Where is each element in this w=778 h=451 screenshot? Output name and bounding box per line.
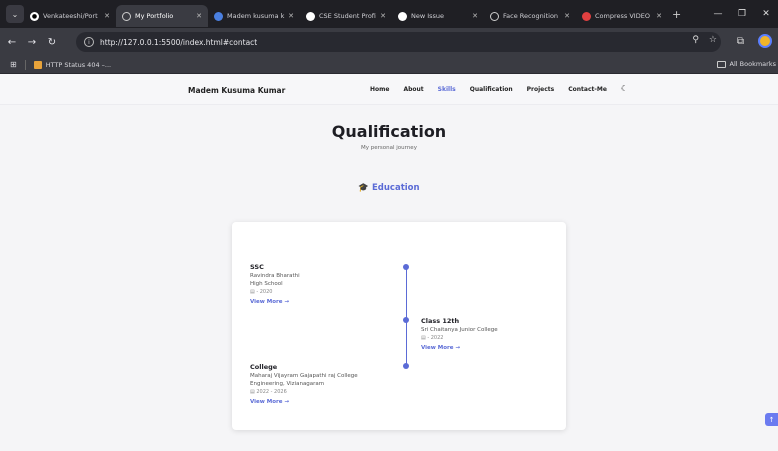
view-more-button[interactable]: View More → xyxy=(250,398,358,406)
url-text: http://127.0.0.1:5500/index.html#contact xyxy=(100,37,258,47)
address-bar[interactable]: i http://127.0.0.1:5500/index.html#conta… xyxy=(76,32,721,52)
site-icon xyxy=(306,11,315,21)
timeline-dot xyxy=(403,317,409,323)
calendar-icon: ▤ xyxy=(250,289,255,295)
back-arrow-icon[interactable]: ← xyxy=(4,37,20,48)
all-bookmarks-button[interactable]: All Bookmarks xyxy=(716,60,776,68)
github-icon: ● xyxy=(30,11,39,21)
timeline-entry-ssc: SSC Ravindra Bharathi High School ▤ - 20… xyxy=(250,263,300,306)
close-tab-icon[interactable]: ✕ xyxy=(196,12,202,20)
tab-search-icon[interactable]: ⌄ xyxy=(6,5,24,23)
site-header: Madem Kusuma Kumar Home About Skills Qua… xyxy=(0,74,778,105)
nav-about[interactable]: About xyxy=(403,86,423,93)
site-icon xyxy=(582,11,591,21)
calendar-icon: ▤ xyxy=(421,335,426,341)
section-subtitle: My personal journey xyxy=(361,145,417,151)
new-tab-button[interactable]: + xyxy=(672,8,681,21)
tab-face-recognition[interactable]: Face Recognition ✕ xyxy=(484,5,576,27)
site-brand[interactable]: Madem Kusuma Kumar xyxy=(188,86,285,95)
forward-arrow-icon[interactable]: → xyxy=(24,37,40,48)
arrow-up-icon: ↑ xyxy=(768,415,775,424)
section-title: Qualification xyxy=(331,122,447,141)
nav-qualification[interactable]: Qualification xyxy=(470,86,513,93)
globe-icon xyxy=(122,11,131,21)
nav-skills[interactable]: Skills xyxy=(438,86,456,93)
site-nav: Home About Skills Qualification Projects… xyxy=(370,84,628,93)
close-tab-icon[interactable]: ✕ xyxy=(564,12,570,20)
tab-compress-video[interactable]: Compress VIDEO ✕ xyxy=(576,5,668,27)
divider xyxy=(24,59,26,70)
tab-new-issue[interactable]: New Issue ✕ xyxy=(392,5,484,27)
page-content: Madem Kusuma Kumar Home About Skills Qua… xyxy=(0,74,778,451)
zoom-icon[interactable]: ⚲ xyxy=(692,35,699,45)
github-icon xyxy=(398,11,407,21)
extensions-icon[interactable]: ⧉ xyxy=(737,36,744,47)
bookmark-favicon-icon xyxy=(33,60,42,69)
timeline-dot xyxy=(403,264,409,270)
bookmark-http-404[interactable]: HTTP Status 404 –... xyxy=(33,60,111,69)
close-tab-icon[interactable]: ✕ xyxy=(288,12,294,20)
restore-icon[interactable]: ❐ xyxy=(730,9,754,19)
nav-projects[interactable]: Projects xyxy=(527,86,555,93)
close-tab-icon[interactable]: ✕ xyxy=(104,12,110,20)
close-tab-icon[interactable]: ✕ xyxy=(472,12,478,20)
view-more-button[interactable]: View More → xyxy=(421,344,498,352)
apps-grid-icon[interactable]: ⊞ xyxy=(10,60,17,69)
graduation-cap-icon: 🎓 xyxy=(358,183,370,193)
close-tab-icon[interactable]: ✕ xyxy=(656,12,662,20)
tab-github-portfolio[interactable]: ● Venkateeshi/Port ✕ xyxy=(24,5,116,27)
tab-my-portfolio[interactable]: My Portfolio ✕ xyxy=(116,5,208,27)
browser-tab-bar: ⌄ ● Venkateeshi/Port ✕ My Portfolio ✕ Ma… xyxy=(0,0,778,28)
timeline-entry-college: College Maharaj Vijayram Gajapathi raj C… xyxy=(250,363,358,406)
close-tab-icon[interactable]: ✕ xyxy=(380,12,386,20)
qualification-card: SSC Ravindra Bharathi High School ▤ - 20… xyxy=(232,222,566,430)
folder-icon xyxy=(716,60,726,68)
nav-contact[interactable]: Contact-Me xyxy=(568,86,607,93)
profile-avatar[interactable] xyxy=(758,34,772,48)
view-more-button[interactable]: View More → xyxy=(250,298,300,306)
bookmark-star-icon[interactable]: ☆ xyxy=(709,35,717,45)
theme-toggle-moon-icon[interactable]: ☾ xyxy=(621,84,628,93)
tab-cse-student[interactable]: CSE Student Profi ✕ xyxy=(300,5,392,27)
tab-madem-kusuma[interactable]: Madem kusuma k ✕ xyxy=(208,5,300,27)
education-tab[interactable]: 🎓 Education xyxy=(0,183,778,193)
bookmarks-bar: ⊞ HTTP Status 404 –... All Bookmarks xyxy=(0,56,778,74)
minimize-icon[interactable]: — xyxy=(706,9,730,19)
browser-toolbar: ← → ↻ i http://127.0.0.1:5500/index.html… xyxy=(0,28,778,56)
timeline-dot xyxy=(403,363,409,369)
globe-icon xyxy=(490,11,499,21)
calendar-icon: ▤ xyxy=(250,389,255,395)
site-info-icon[interactable]: i xyxy=(84,37,94,47)
site-icon xyxy=(214,11,223,21)
scroll-up-button[interactable]: ↑ xyxy=(765,413,778,426)
window-controls: — ❐ ✕ xyxy=(706,0,778,28)
nav-home[interactable]: Home xyxy=(370,86,389,93)
close-window-icon[interactable]: ✕ xyxy=(754,9,778,19)
timeline-entry-class12: Class 12th Sri Chaitanya Junior College … xyxy=(421,317,498,352)
reload-icon[interactable]: ↻ xyxy=(44,37,60,48)
